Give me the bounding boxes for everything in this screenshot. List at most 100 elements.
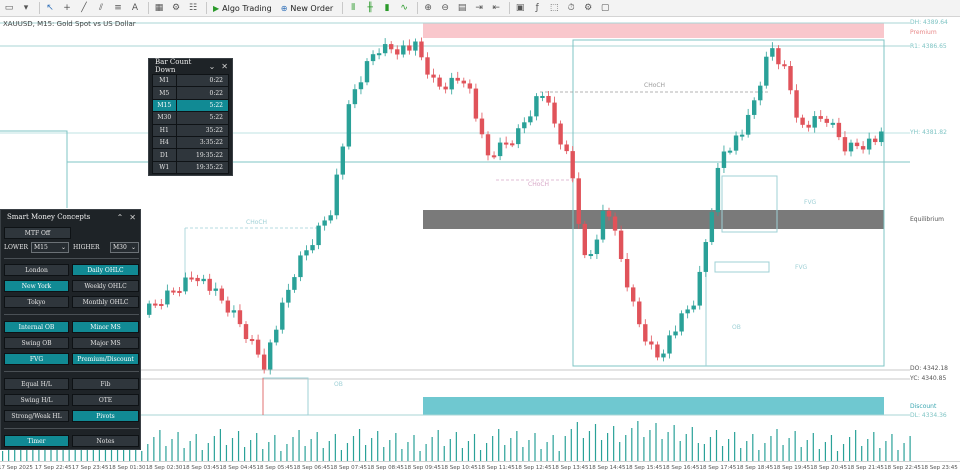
- chart-shift-icon[interactable]: ⇤: [489, 1, 503, 16]
- collapse-icon[interactable]: ⌃: [117, 213, 124, 222]
- candle-body: [860, 146, 866, 150]
- close-icon[interactable]: ✕: [129, 213, 136, 222]
- weekly-ohlc-button[interactable]: Weekly OHLC: [72, 280, 139, 292]
- trendline-icon[interactable]: ╱: [77, 1, 91, 16]
- play-icon: ▶: [213, 3, 220, 13]
- premium-discount-button[interactable]: Premium/Discount: [72, 353, 139, 365]
- fibonacci-icon[interactable]: ≡: [111, 1, 125, 16]
- volume-bar: [570, 429, 572, 461]
- volume-bar: [304, 446, 306, 461]
- candle-body: [540, 95, 545, 98]
- bar-countdown-table: M1 0:22 M5 0:22 M15 5:22 M30 5:22 H1 35:22 H4 3:35:…: [152, 73, 230, 175]
- volume-bar: [334, 434, 336, 461]
- candle-body: [879, 131, 884, 143]
- volume-bar: [734, 432, 736, 461]
- major-ms-button[interactable]: Major MS: [72, 337, 139, 349]
- data-window-icon[interactable]: ▣: [513, 1, 527, 16]
- candle-body: [655, 344, 660, 358]
- minor-ms-button[interactable]: Minor MS: [72, 321, 139, 333]
- time-axis-label: 18 Sep 04:45: [219, 465, 257, 471]
- volume-bar: [879, 448, 881, 461]
- algo-trading-button[interactable]: ▶ Algo Trading: [210, 1, 275, 16]
- text-icon[interactable]: A: [128, 1, 142, 16]
- channel-icon[interactable]: ⫽: [94, 1, 108, 16]
- candle-body: [824, 118, 829, 123]
- equal-hl-button[interactable]: Equal H/L: [4, 378, 69, 390]
- profiles-icon[interactable]: ▾: [19, 1, 33, 16]
- cursor-icon[interactable]: ↖: [43, 1, 57, 16]
- candle-body: [485, 134, 491, 156]
- mtf-toggle-button[interactable]: MTF Off: [4, 227, 71, 239]
- settings-icon[interactable]: ⚙: [581, 1, 595, 16]
- ote-button[interactable]: OTE: [72, 394, 139, 406]
- time-axis-label: 18 Sep 02:30: [145, 465, 183, 471]
- volume-icon[interactable]: ⫴: [346, 1, 360, 16]
- candle-body: [510, 143, 515, 146]
- close-icon[interactable]: ✕: [221, 62, 228, 71]
- zoom-out-icon[interactable]: ⊖: [438, 1, 452, 16]
- volume-bar: [842, 444, 845, 461]
- price-label-dh: DH: 4389.64: [910, 19, 948, 26]
- candle-body: [866, 138, 872, 150]
- volume-bar: [824, 442, 826, 461]
- london-button[interactable]: London: [4, 264, 69, 276]
- candle-body: [697, 271, 702, 306]
- toolbar-separator: [417, 2, 419, 14]
- market-watch-icon[interactable]: ▦: [152, 1, 166, 16]
- templates-icon[interactable]: ☷: [186, 1, 200, 16]
- candle-body: [382, 44, 388, 54]
- volume-bar: [177, 432, 179, 461]
- daily-ohlc-button[interactable]: Daily OHLC: [72, 264, 139, 276]
- timer-button[interactable]: Timer: [4, 435, 69, 447]
- volume-bar: [262, 449, 264, 461]
- monthly-ohlc-button[interactable]: Monthly OHLC: [72, 296, 139, 308]
- new-chart-icon[interactable]: ▭: [2, 1, 16, 16]
- higher-tf-select[interactable]: M30 ⌄: [110, 242, 139, 253]
- strategy-tester-icon[interactable]: ⚙: [169, 1, 183, 16]
- bar-chart-icon[interactable]: ╫: [363, 1, 377, 16]
- volume-bar: [721, 446, 724, 461]
- bar-countdown-header[interactable]: Bar Count Down ⌄ ✕: [149, 58, 232, 74]
- countdown-timeframe: M15: [152, 98, 177, 113]
- new-order-button[interactable]: ⊕ New Order: [278, 1, 336, 16]
- volume-bar: [437, 430, 439, 461]
- scroll-chart-icon[interactable]: ⇥: [472, 1, 486, 16]
- fib-button[interactable]: Fib: [72, 378, 139, 390]
- new-york-button[interactable]: New York: [4, 280, 69, 292]
- notes-button[interactable]: Notes: [72, 435, 139, 447]
- objects-icon[interactable]: ⬚: [547, 1, 561, 16]
- tokyo-button[interactable]: Tokyo: [4, 296, 69, 308]
- fvg-button[interactable]: FVG: [4, 353, 69, 365]
- indicators-icon[interactable]: ƒ: [530, 1, 544, 16]
- strong-weak-hl-button[interactable]: Strong/Weak HL: [4, 410, 69, 422]
- lower-tf-select[interactable]: M15 ⌄: [31, 242, 69, 253]
- candle-body: [794, 90, 799, 118]
- volume-bar: [431, 437, 433, 461]
- swing-ob-button[interactable]: Swing OB: [4, 337, 69, 349]
- pivots-button[interactable]: Pivots: [72, 410, 139, 422]
- minimize-icon[interactable]: ⌄: [209, 62, 216, 71]
- candle-body: [576, 178, 581, 224]
- candle-body: [776, 48, 781, 65]
- zoom-in-icon[interactable]: ⊕: [421, 1, 435, 16]
- toolbar-separator: [39, 2, 40, 14]
- price-chart[interactable]: XAUUSD, M15: Gold Spot vs US Dollar CHoC…: [0, 18, 960, 461]
- panel-divider: [4, 258, 139, 259]
- candle-body: [782, 64, 787, 67]
- crosshair-icon[interactable]: +: [60, 1, 74, 16]
- candle-body: [243, 324, 249, 340]
- price-label-yh: YH: 4381.82: [910, 129, 947, 136]
- time-axis: 17 Sep 2025 17 Sep 22:45 17 Sep 23:45 18 Se…: [0, 461, 960, 475]
- screenshot-icon[interactable]: ▢: [598, 1, 612, 16]
- toolbar-separator: [206, 2, 207, 14]
- internal-ob-button[interactable]: Internal OB: [4, 321, 69, 333]
- line-chart-icon[interactable]: ∿: [397, 1, 411, 16]
- swing-hl-button[interactable]: Swing H/L: [4, 394, 69, 406]
- ob-label-left: OB: [334, 381, 343, 388]
- period-icon[interactable]: ⏱: [564, 1, 578, 16]
- tile-windows-icon[interactable]: ▤: [455, 1, 469, 16]
- smart-money-header[interactable]: Smart Money Concepts ⌃ ✕: [1, 210, 140, 224]
- candle-body: [739, 134, 745, 137]
- smart-money-panel: Smart Money Concepts ⌃ ✕ MTF Off LOWER M1…: [0, 209, 141, 450]
- candlestick-icon[interactable]: ▮: [380, 1, 394, 16]
